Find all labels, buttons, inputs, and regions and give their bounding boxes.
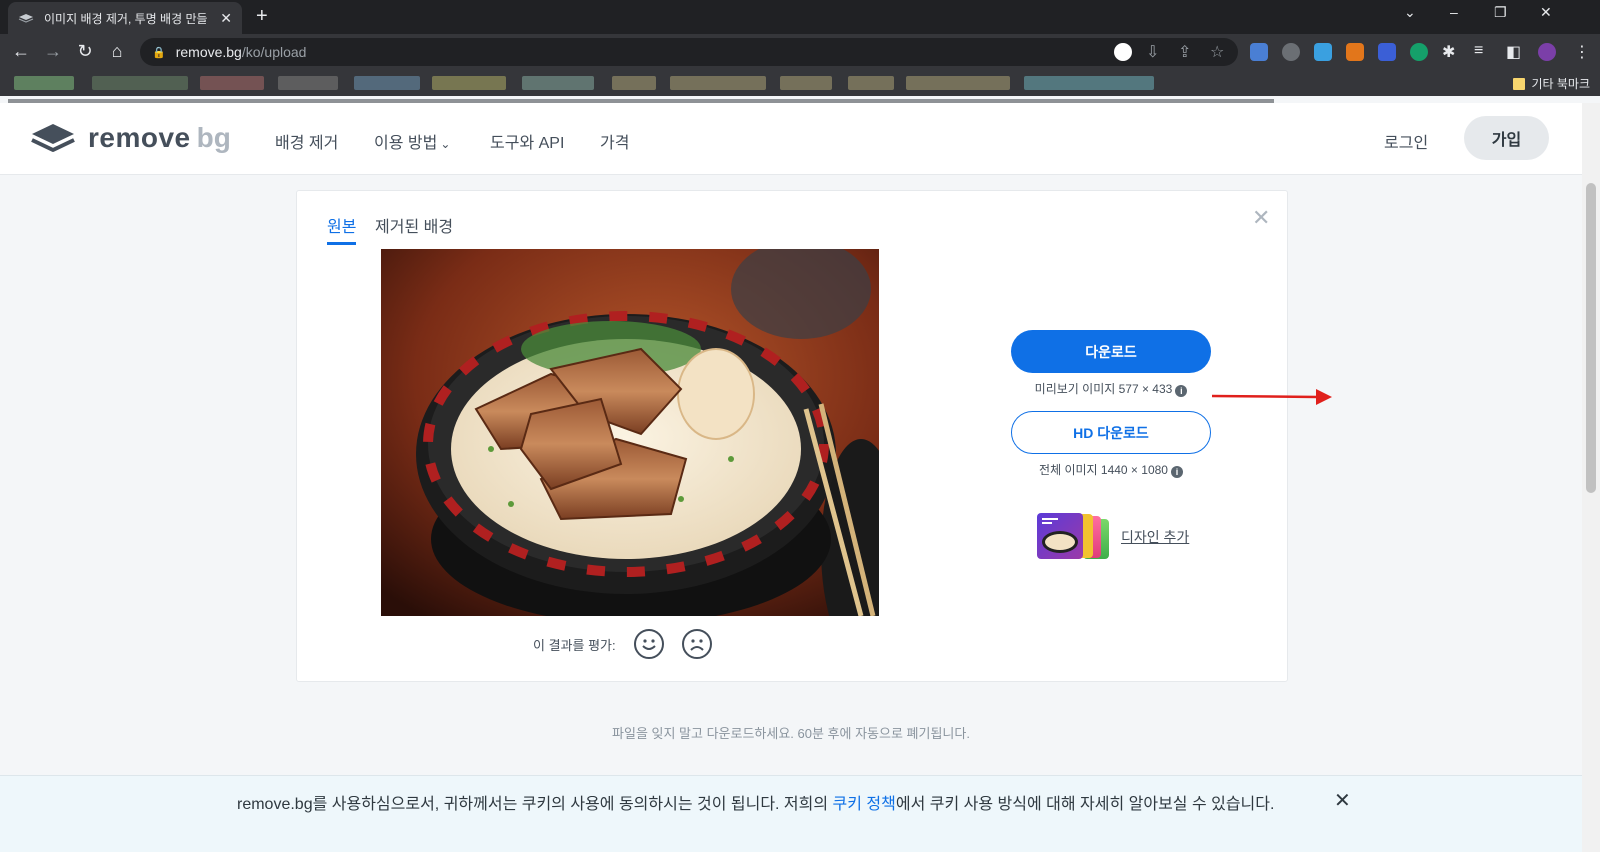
menu-icon[interactable]: ⋮	[1574, 42, 1590, 62]
result-card: 원본 제거된 배경 ✕ 이 결과를 평가: 다운로드 미리보기 이미지 577 …	[296, 190, 1288, 682]
bookmark-star-icon[interactable]: ☆	[1210, 42, 1224, 62]
add-design-link[interactable]: 디자인 추가	[1121, 527, 1189, 547]
bookmark-item[interactable]	[670, 76, 766, 90]
browser-tab[interactable]: 이미지 배경 제거, 투명 배경 만들 ✕	[8, 2, 242, 34]
site-logo[interactable]: remove bg	[30, 121, 231, 155]
site-header: remove bg 배경 제거 이용 방법 ⌄ 도구와 API 가격 로그인 가입	[0, 103, 1582, 175]
puzzle-icon[interactable]: ✱	[1442, 42, 1455, 62]
logo-word-bg: bg	[196, 122, 231, 153]
cookie-text-after: 에서 쿠키 사용 방식에 대해 자세히 알아보실 수 있습니다.	[895, 796, 1275, 813]
info-icon[interactable]: i	[1175, 385, 1188, 397]
metamask-extension-icon[interactable]	[1346, 43, 1364, 61]
cookie-text: remove.bg를 사용하심으로서, 귀하께서는 쿠키의 사용에 동의하시는 …	[237, 793, 1327, 816]
tab-original[interactable]: 원본	[327, 213, 357, 245]
url-path: /ko/upload	[241, 44, 307, 60]
bookmark-item[interactable]	[200, 76, 264, 90]
chevron-down-icon: ⌄	[440, 137, 451, 151]
browser-toolbar: ← → ↻ ⌂ 🔒 remove.bg/ko/upload ⇩ ⇪ ☆ ✱ ≡ …	[0, 34, 1600, 70]
tab-removed-background[interactable]: 제거된 배경	[375, 213, 453, 237]
minimize-icon[interactable]: –	[1450, 4, 1458, 20]
browser-tab-bar: 이미지 배경 제거, 투명 배경 만들 ✕ + ⌄ – ❐ ✕	[0, 0, 1600, 34]
nav-how-to-use-label: 이용 방법	[374, 135, 438, 152]
reading-list-icon[interactable]: ≡	[1474, 42, 1483, 60]
bookmark-item[interactable]	[906, 76, 1010, 90]
annotation-arrow-icon	[1211, 389, 1332, 405]
hd-meta-text: 전체 이미지 1440 × 1080	[1039, 463, 1168, 477]
translate-extension-icon[interactable]	[1250, 43, 1268, 61]
extension-icon[interactable]	[1314, 43, 1332, 61]
window-close-icon[interactable]: ✕	[1540, 4, 1552, 21]
reload-icon[interactable]: ↻	[74, 41, 96, 62]
close-icon[interactable]: ✕	[1334, 788, 1351, 813]
restore-icon[interactable]: ❐	[1494, 4, 1507, 21]
rate-label: 이 결과를 평가:	[533, 637, 616, 653]
back-icon[interactable]: ←	[10, 41, 32, 62]
profile-avatar-icon[interactable]	[1538, 43, 1556, 61]
nav-how-to-use[interactable]: 이용 방법 ⌄	[374, 129, 450, 153]
hd-download-meta: 전체 이미지 1440 × 1080 i	[1011, 461, 1211, 478]
logo-word-remove: remove	[88, 122, 191, 153]
smile-face-icon[interactable]	[633, 629, 664, 659]
other-bookmarks[interactable]: 기타 북마크	[1513, 75, 1590, 92]
home-icon[interactable]: ⌂	[106, 41, 128, 62]
bookmark-item[interactable]	[92, 76, 188, 90]
download-meta: 미리보기 이미지 577 × 433 i	[1011, 380, 1211, 397]
close-icon[interactable]: ✕	[1252, 205, 1270, 231]
tab-search-icon[interactable]: ⌄	[1404, 4, 1416, 21]
share-icon[interactable]: ⇪	[1178, 42, 1191, 62]
page-scrollbar[interactable]	[1582, 103, 1600, 852]
auto-delete-notice: 파일을 잊지 말고 다운로드하세요. 60분 후에 자동으로 폐기됩니다.	[612, 726, 970, 741]
hd-download-button[interactable]: HD 다운로드	[1011, 411, 1211, 454]
tab-title: 이미지 배경 제거, 투명 배경 만들	[44, 11, 208, 26]
bookmark-item[interactable]	[522, 76, 594, 90]
page: remove bg 배경 제거 이용 방법 ⌄ 도구와 API 가격 로그인 가입…	[0, 103, 1582, 852]
design-thumbnails-icon	[1037, 513, 1111, 561]
download-button[interactable]: 다운로드	[1011, 330, 1211, 373]
tab-close-icon[interactable]: ✕	[220, 10, 232, 27]
logo-layers-icon	[31, 124, 75, 152]
rating-row: 이 결과를 평가:	[533, 629, 712, 659]
cookie-text-before: remove.bg를 사용하심으로서, 귀하께서는 쿠키의 사용에 동의하시는 …	[237, 796, 833, 813]
bookmark-item[interactable]	[612, 76, 656, 90]
new-tab-icon[interactable]: +	[256, 5, 268, 28]
info-icon[interactable]: i	[1170, 466, 1183, 478]
cookie-policy-link[interactable]: 쿠키 정책	[833, 796, 896, 813]
folder-icon	[1513, 77, 1526, 90]
url-domain: remove.bg	[175, 44, 242, 60]
frown-face-icon[interactable]	[681, 629, 712, 659]
nav-tools-api[interactable]: 도구와 API	[490, 129, 564, 153]
bookmark-item[interactable]	[432, 76, 506, 90]
bookmark-item[interactable]	[1024, 76, 1154, 90]
bookmark-item[interactable]	[14, 76, 74, 90]
signup-button[interactable]: 가입	[1464, 116, 1549, 160]
nav-remove-background[interactable]: 배경 제거	[275, 129, 338, 153]
bookmarks-bar: 기타 북마크	[0, 70, 1600, 96]
side-panel-icon[interactable]: ◧	[1506, 42, 1521, 62]
other-bookmarks-label: 기타 북마크	[1531, 77, 1590, 91]
bookmark-item[interactable]	[780, 76, 832, 90]
lock-icon: 🔒	[152, 46, 166, 59]
extension-icon[interactable]	[1410, 43, 1428, 61]
bookmark-item[interactable]	[278, 76, 338, 90]
install-icon[interactable]: ⇩	[1146, 42, 1159, 62]
scrollbar-thumb[interactable]	[1586, 183, 1596, 493]
google-icon[interactable]	[1114, 43, 1132, 61]
add-design[interactable]: 디자인 추가	[1037, 513, 1189, 561]
removebg-favicon	[18, 14, 34, 23]
ramen-photo	[381, 249, 879, 616]
bookmark-item[interactable]	[848, 76, 894, 90]
extension-icon[interactable]	[1378, 43, 1396, 61]
forward-icon[interactable]: →	[42, 41, 64, 62]
login-link[interactable]: 로그인	[1384, 129, 1428, 153]
extension-icon[interactable]	[1282, 43, 1300, 61]
download-meta-text: 미리보기 이미지 577 × 433	[1034, 382, 1173, 396]
bookmark-item[interactable]	[354, 76, 420, 90]
cookie-banner: remove.bg를 사용하심으로서, 귀하께서는 쿠키의 사용에 동의하시는 …	[0, 775, 1582, 852]
nav-pricing[interactable]: 가격	[600, 129, 629, 153]
address-bar[interactable]: 🔒 remove.bg/ko/upload	[140, 38, 1238, 66]
